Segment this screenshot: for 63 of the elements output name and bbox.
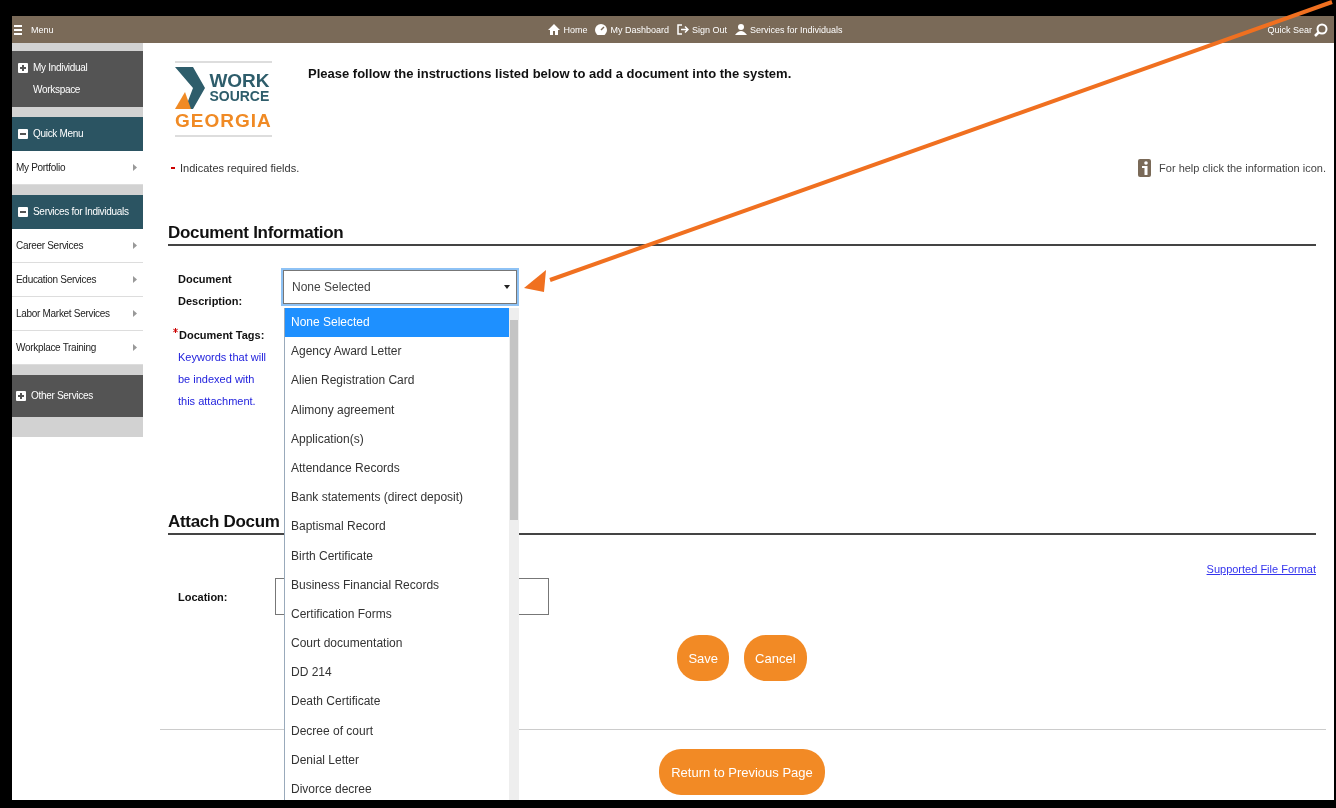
sidebar-section[interactable]: Services for Individuals: [12, 195, 143, 229]
logo-text: WORK: [209, 72, 271, 89]
field-label: Document Tags:: [179, 328, 265, 343]
info-icon: [1138, 159, 1152, 177]
help-text: For help click the information icon.: [1159, 162, 1326, 174]
chevron-right-icon: [133, 344, 137, 351]
chevron-right-icon: [133, 310, 137, 317]
logo-text: SOURCE: [209, 89, 271, 104]
minus-icon: [18, 129, 28, 139]
sidebar-item[interactable]: Education Services: [12, 263, 143, 297]
chevron-right-icon: [133, 164, 137, 171]
sidebar-section[interactable]: Other Services: [12, 375, 143, 417]
dropdown-option[interactable]: Alimony agreement: [285, 395, 509, 425]
dashboard-icon: [595, 24, 608, 35]
dropdown-option[interactable]: Attendance Records: [285, 453, 509, 484]
sidebar-item[interactable]: Workplace Training: [12, 331, 143, 365]
quick-search-label[interactable]: Quick Sear: [1267, 24, 1312, 35]
sidebar-item[interactable]: Labor Market Services: [12, 297, 143, 331]
plus-icon: [16, 391, 26, 401]
scrollbar[interactable]: [509, 308, 519, 800]
person-icon: [735, 24, 747, 35]
chevron-logo-icon: [175, 67, 205, 109]
search-icon: [1314, 22, 1328, 37]
menu-button[interactable]: Menu: [14, 24, 54, 35]
document-description-select[interactable]: None Selected: [283, 270, 517, 304]
dropdown-option[interactable]: Birth Certificate: [285, 541, 509, 571]
required-note: Indicates required fields.: [180, 162, 300, 174]
home-icon: [548, 24, 561, 35]
chevron-right-icon: [133, 276, 137, 283]
dropdown-option[interactable]: Alien Registration Card: [285, 366, 509, 396]
field-hint: Keywords that will be indexed with this attachment.: [177, 350, 268, 409]
field-label: Location:: [177, 589, 229, 605]
dropdown-option[interactable]: Application(s): [285, 424, 509, 454]
dropdown-option[interactable]: Divorce decree: [285, 775, 509, 800]
nav-link[interactable]: Services for Individuals: [735, 24, 843, 35]
sign-out-icon: [676, 24, 689, 35]
nav-link[interactable]: My Dashboard: [595, 24, 669, 35]
section-heading: Document Information: [168, 223, 1316, 246]
logo-text: GEORGIA: [175, 109, 272, 133]
nav-link[interactable]: Home: [548, 24, 588, 35]
dropdown-option[interactable]: Agency Award Letter: [285, 337, 509, 367]
instructions-text: Please follow the instructions listed below to add a document into the system.: [308, 66, 792, 81]
menu-icon: [14, 24, 22, 35]
nav-link[interactable]: Sign Out: [676, 24, 727, 35]
dropdown-option[interactable]: DD 214: [285, 658, 509, 688]
sidebar-section[interactable]: My Individual Workspace: [12, 51, 143, 107]
sidebar-section[interactable]: Quick Menu: [12, 117, 143, 151]
dropdown-option[interactable]: Denial Letter: [285, 745, 509, 775]
dropdown-option[interactable]: Court documentation: [285, 629, 509, 659]
dropdown-option[interactable]: Death Certificate: [285, 687, 509, 717]
dropdown-option[interactable]: Decree of court: [285, 716, 509, 746]
sidebar-item[interactable]: My Portfolio: [12, 151, 143, 185]
minus-icon: [18, 207, 28, 217]
chevron-right-icon: [133, 242, 137, 249]
plus-icon: [18, 63, 28, 73]
field-label: Document Description:: [177, 272, 244, 309]
caret-icon: [504, 285, 510, 289]
supported-format-link[interactable]: Supported File Format: [1206, 563, 1316, 575]
sidebar-item[interactable]: Career Services: [12, 229, 143, 263]
dropdown-option[interactable]: Business Financial Records: [285, 570, 509, 600]
dropdown-option[interactable]: Bank statements (direct deposit): [285, 483, 509, 513]
dropdown-option[interactable]: Certification Forms: [285, 599, 509, 630]
arrow-head: [524, 270, 546, 292]
